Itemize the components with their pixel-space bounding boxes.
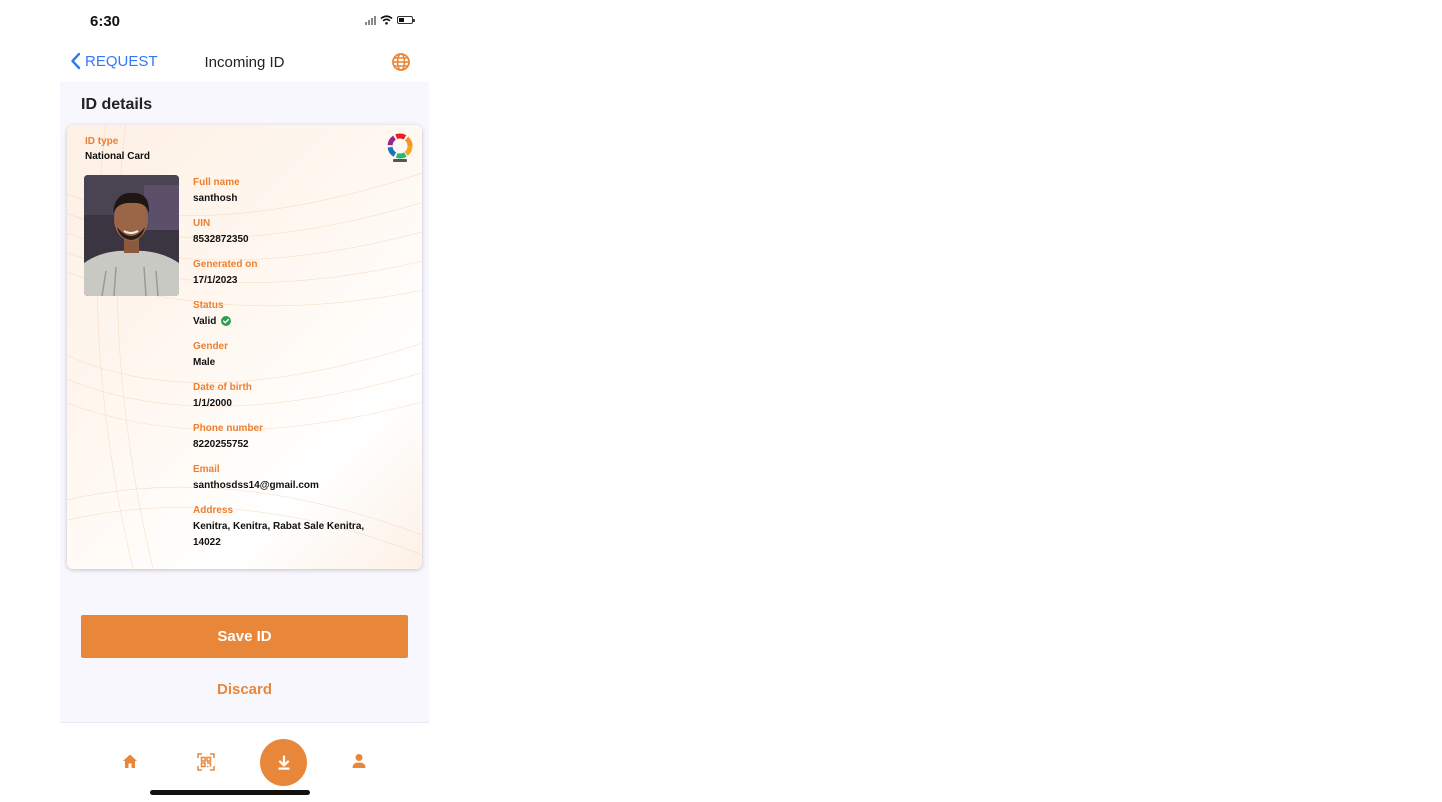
tab-scan[interactable]: [196, 752, 216, 777]
id-type-value: National Card: [85, 151, 151, 162]
status-label: Status: [193, 300, 224, 311]
mosip-logo: [387, 133, 413, 162]
id-photo: [84, 175, 179, 296]
signal-icon: [365, 15, 376, 25]
email-label: Email: [193, 464, 220, 475]
phone-screen: 6:30 REQUEST Incoming ID ID details ID t…: [60, 0, 429, 802]
home-indicator: [150, 790, 310, 795]
gender-value: Male: [193, 357, 216, 368]
status-icons: [365, 15, 415, 25]
full-name-value: santhosh: [193, 193, 238, 204]
id-type-label: ID type: [85, 136, 119, 147]
discard-button[interactable]: Discard: [81, 675, 408, 703]
profile-icon: [352, 754, 366, 768]
wifi-icon: [380, 15, 393, 25]
nav-bar: REQUEST Incoming ID: [60, 44, 429, 82]
generated-on-label: Generated on: [193, 259, 258, 270]
dob-value: 1/1/2000: [193, 398, 232, 409]
save-id-button[interactable]: Save ID: [81, 615, 408, 658]
generated-on-value: 17/1/2023: [193, 275, 238, 286]
id-card: ID type National Card Full name santhosh…: [67, 125, 422, 569]
tab-download[interactable]: [260, 739, 307, 786]
download-icon: [278, 754, 289, 770]
tab-profile[interactable]: [350, 752, 368, 775]
main-content: ID details ID type National Card Full na…: [60, 82, 429, 722]
battery-icon: [397, 16, 415, 24]
page-title: Incoming ID: [204, 54, 285, 71]
uin-label: UIN: [193, 218, 211, 229]
language-button[interactable]: [391, 52, 411, 77]
check-circle-icon: [221, 316, 232, 327]
globe-icon: [392, 53, 410, 71]
bottom-tab-bar: [60, 722, 429, 802]
email-value: santhosdss14@gmail.com: [193, 480, 319, 491]
phone-value: 8220255752: [193, 439, 249, 450]
status-time: 6:30: [90, 13, 121, 30]
status-row: Valid: [193, 314, 232, 330]
address-label: Address: [193, 505, 234, 516]
address-line-2: 14022: [193, 537, 221, 548]
uin-value: 8532872350: [193, 234, 249, 245]
tab-home[interactable]: [121, 752, 139, 775]
status-value: Valid: [193, 316, 217, 327]
full-name-label: Full name: [193, 177, 240, 188]
gender-label: Gender: [193, 341, 229, 352]
section-title: ID details: [81, 96, 153, 113]
status-bar: 6:30: [60, 0, 429, 44]
phone-label: Phone number: [193, 423, 264, 434]
home-icon: [123, 754, 137, 768]
dob-label: Date of birth: [193, 382, 252, 393]
qr-scan-icon: [197, 753, 215, 771]
address-line-1: Kenitra, Kenitra, Rabat Sale Kenitra,: [193, 521, 365, 532]
